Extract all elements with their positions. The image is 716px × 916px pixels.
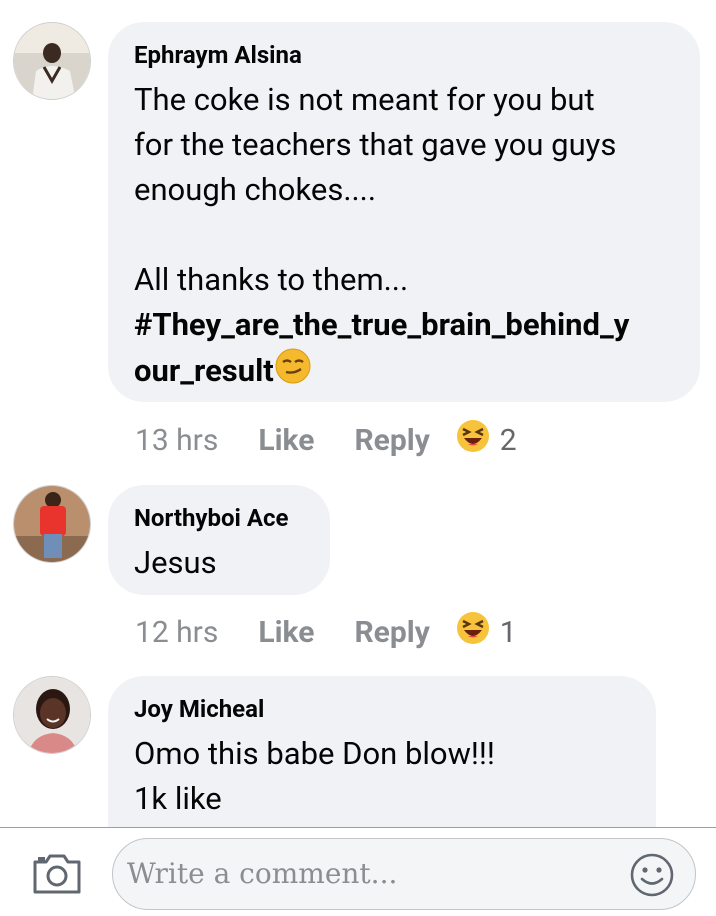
comment-author[interactable]: Northyboi Ace [134,503,304,533]
avatar[interactable] [13,485,91,563]
comment-actions: 12 hrs Like Reply 1 [135,610,517,654]
comment-text: Jesus [134,544,217,581]
reactions-summary[interactable]: 1 [456,611,517,653]
reply-button[interactable]: Reply [354,423,429,458]
camera-icon[interactable] [31,852,83,900]
comment-actions: 13 hrs Like Reply 2 [135,418,517,462]
comment-time: 12 hrs [135,614,219,650]
like-button[interactable]: Like [258,423,314,458]
comment-time: 13 hrs [135,422,219,458]
avatar[interactable] [13,676,91,754]
reaction-count: 1 [499,614,517,650]
smirking-face-icon [274,347,312,397]
comments-feed: Ephraym Alsina The coke is not meant for… [0,0,716,828]
comment-bubble: Joy Micheal Omo this babe Don blow!!! 1k… [108,676,656,828]
laughing-emoji-icon [456,611,490,653]
hashtag-link[interactable]: #They_are_the_true_brain_behind_y [134,302,674,347]
comment-text: The coke is not meant for you but for th… [134,81,617,298]
like-button[interactable]: Like [258,615,314,650]
comment-author[interactable]: Joy Micheal [134,694,630,724]
smile-icon[interactable] [629,852,675,902]
comment-bubble: Ephraym Alsina The coke is not meant for… [108,22,700,402]
comment-author[interactable]: Ephraym Alsina [134,40,674,70]
reaction-count: 2 [499,422,517,458]
comment-input-placeholder: Write a comment... [127,857,398,890]
hashtag-link-continued[interactable]: our_result [134,347,674,397]
comment-text: Omo this babe Don blow!!! 1k like [134,735,495,817]
avatar[interactable] [13,22,91,100]
reply-button[interactable]: Reply [354,615,429,650]
reactions-summary[interactable]: 2 [456,419,517,461]
comment-bubble: Northyboi Ace Jesus [108,485,330,595]
comment-composer: Write a comment... [0,827,716,916]
comment-input[interactable]: Write a comment... [112,838,696,910]
laughing-emoji-icon [456,419,490,461]
